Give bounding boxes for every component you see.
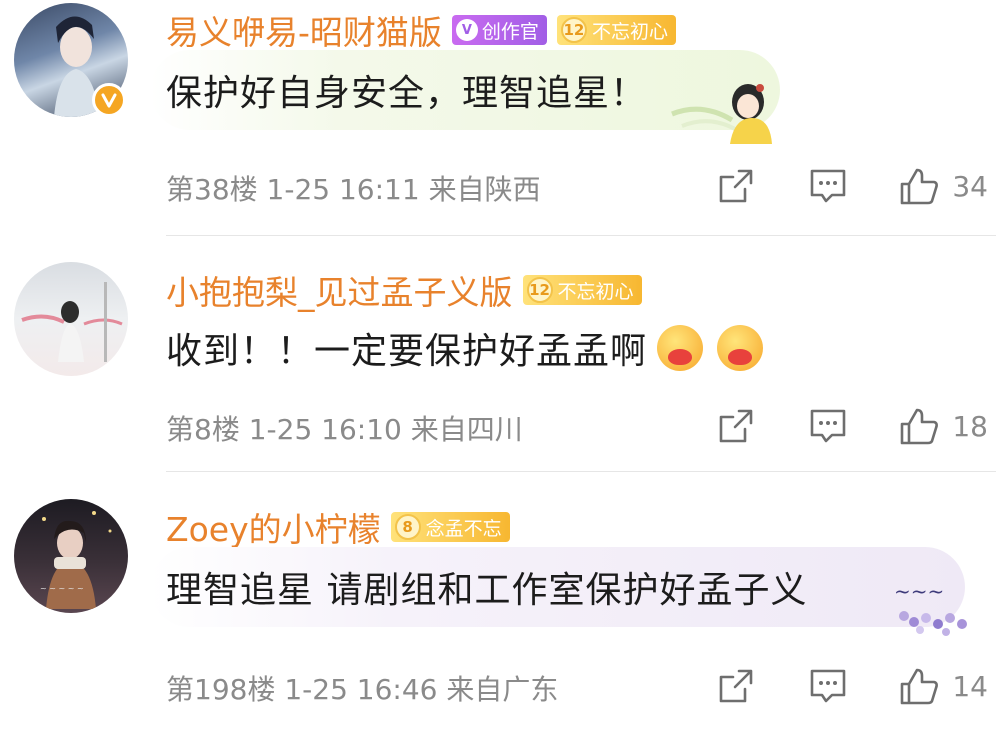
- comment-item: 易义咿易-昭财猫版 V 创作官 12 不忘初心 保护好自身安全，理智追星！ 第3…: [0, 0, 996, 235]
- fan-badge-label: 念孟不忘: [425, 517, 502, 540]
- fan-level-number: 12: [526, 277, 553, 303]
- comment-icon[interactable]: [808, 407, 848, 445]
- fan-badge-label: 不忘初心: [557, 280, 634, 303]
- fan-level-number: 12: [560, 17, 587, 43]
- share-icon[interactable]: [716, 407, 756, 445]
- verified-v-icon: [92, 83, 126, 117]
- comment-item: ~ ~ ~ ~ ~ Zoey的小柠檬 8 念孟不忘 理智追星 请剧组和工作室保护…: [0, 472, 996, 735]
- fan-level-number: 8: [394, 514, 421, 540]
- comment-icon[interactable]: [808, 167, 848, 205]
- thumbs-up-icon: [901, 668, 939, 705]
- like-button[interactable]: 14: [898, 666, 988, 706]
- fan-badge[interactable]: 12 不忘初心: [522, 275, 642, 305]
- share-icon[interactable]: [716, 667, 756, 705]
- comment-icon[interactable]: [808, 667, 848, 705]
- creator-badge[interactable]: V 创作官: [451, 15, 547, 45]
- like-count: 18: [952, 409, 988, 443]
- comment-text: 收到！！一定要保护好孟孟啊: [166, 331, 648, 372]
- comment-bubble: 收到！！一定要保护好孟孟啊: [150, 308, 850, 388]
- comment-text: 保护好自身安全，理智追星！: [166, 73, 648, 114]
- creator-badge-icon: V: [455, 19, 478, 41]
- creator-badge-label: 创作官: [481, 20, 539, 43]
- bubble-decoration-wisteria: ~~~: [894, 579, 967, 636]
- name-row: 易义咿易-昭财猫版 V 创作官 12 不忘初心: [166, 6, 676, 54]
- fan-badge[interactable]: 12 不忘初心: [556, 15, 676, 45]
- like-button[interactable]: 18: [898, 406, 988, 446]
- avatar[interactable]: ~ ~ ~ ~ ~: [14, 499, 128, 613]
- thumbs-up-icon: [901, 408, 939, 445]
- action-bar: 14: [716, 666, 988, 706]
- like-button[interactable]: 34: [898, 166, 988, 206]
- comment-item: 小抱抱梨_见过孟子义版 12 不忘初心 收到！！一定要保护好孟孟啊 第8楼 1-…: [0, 236, 996, 473]
- fan-badge-label: 不忘初心: [591, 20, 668, 43]
- action-bar: 34: [716, 166, 988, 206]
- username[interactable]: Zoey的小柠檬: [166, 503, 381, 551]
- comment-meta: 第38楼 1-25 16:11 来自陕西: [166, 173, 541, 206]
- comment-text: 理智追星 请剧组和工作室保护好孟子义: [166, 570, 808, 611]
- comment-meta: 第8楼 1-25 16:10 来自四川: [166, 413, 523, 446]
- like-count: 34: [952, 169, 988, 203]
- hugging-emoji-icon: [657, 325, 704, 371]
- avatar[interactable]: [14, 262, 128, 376]
- name-row: Zoey的小柠檬 8 念孟不忘: [166, 503, 510, 551]
- name-row: 小抱抱梨_见过孟子义版 12 不忘初心: [166, 266, 642, 314]
- share-icon[interactable]: [716, 167, 756, 205]
- action-bar: 18: [716, 406, 988, 446]
- comment-bubble: 理智追星 请剧组和工作室保护好孟子义: [150, 547, 965, 627]
- username[interactable]: 小抱抱梨_见过孟子义版: [166, 266, 513, 314]
- svg-text:~ ~ ~ ~ ~: ~ ~ ~ ~ ~: [40, 584, 84, 593]
- fan-badge[interactable]: 8 念孟不忘: [390, 512, 510, 542]
- hugging-emoji-icon: [717, 325, 764, 371]
- like-count: 14: [952, 669, 988, 703]
- bubble-decoration-figure: [671, 84, 772, 144]
- thumbs-up-icon: [901, 168, 939, 205]
- svg-text:~~~: ~~~: [894, 579, 944, 603]
- username[interactable]: 易义咿易-昭财猫版: [166, 6, 442, 54]
- comment-meta: 第198楼 1-25 16:46 来自广东: [166, 673, 559, 706]
